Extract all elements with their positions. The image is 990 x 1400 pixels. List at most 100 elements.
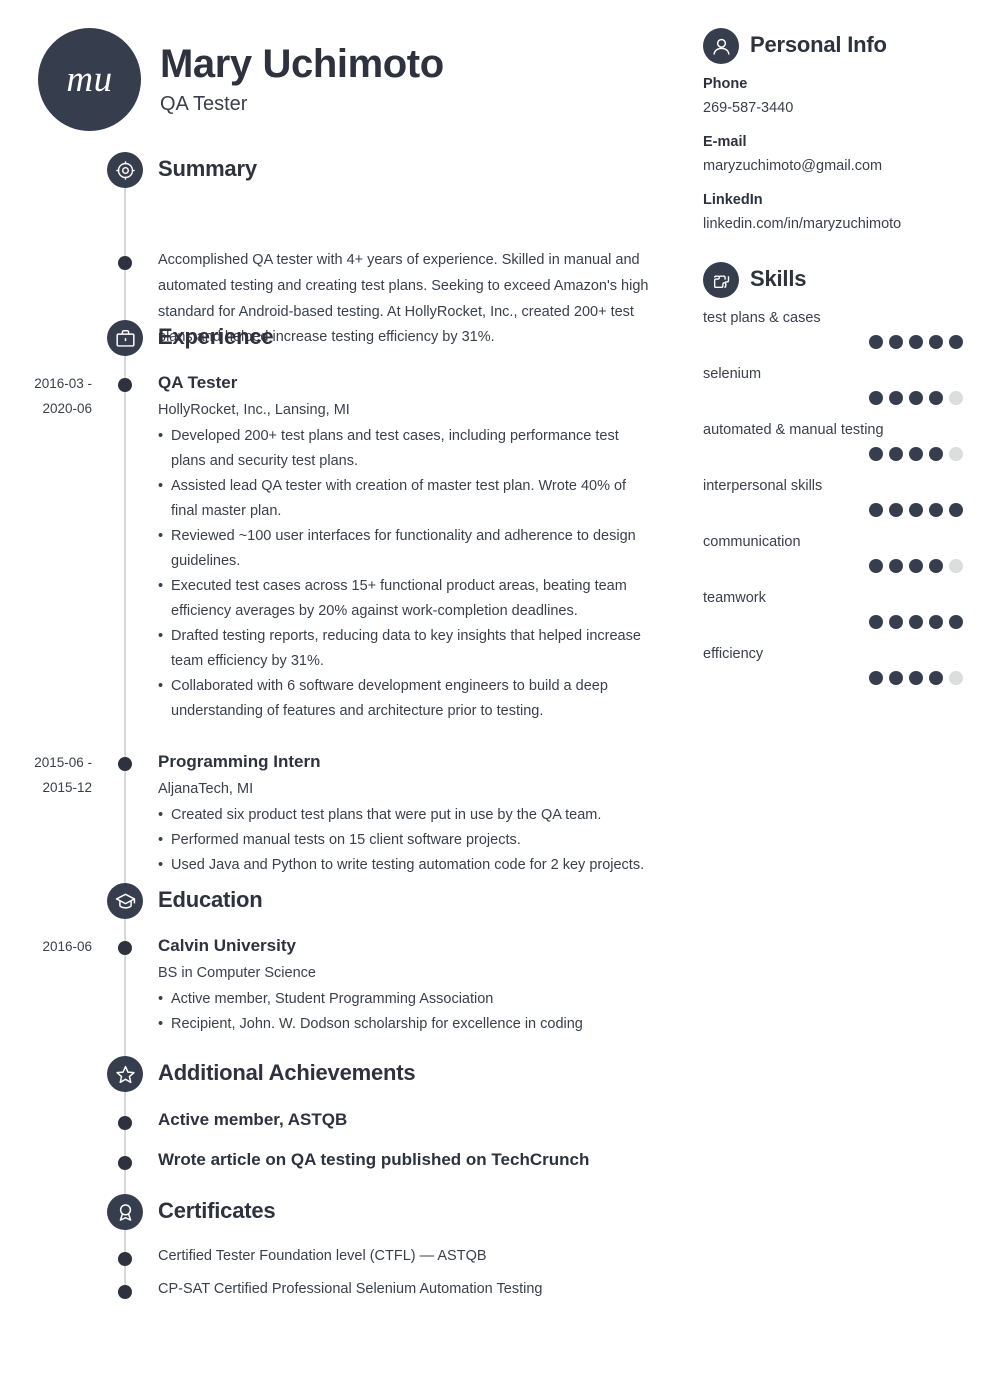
experience-title: Experience — [158, 324, 274, 349]
list-item: Recipient, John. W. Dodson scholarship f… — [158, 1012, 656, 1037]
contact-phone: Phone 269-587-3440 — [703, 76, 990, 116]
personal-info-title: Personal Info — [750, 32, 887, 57]
achievements-title: Additional Achievements — [158, 1060, 416, 1085]
contact-value[interactable]: linkedin.com/in/maryzuchimoto — [703, 216, 990, 232]
skill-dot-filled — [889, 447, 903, 461]
skill-rating — [703, 335, 990, 349]
certificate-text: Certified Tester Foundation level (CTFL)… — [158, 1248, 487, 1264]
section-achievements: Additional Achievements Active member, A… — [0, 1056, 690, 1190]
skill-rating — [703, 447, 990, 461]
section-certificates: Certificates Certified Tester Foundation… — [0, 1194, 690, 1314]
contact-value: 269-587-3440 — [703, 100, 794, 116]
contact-label: LinkedIn — [703, 192, 763, 208]
skill-dot-filled — [929, 447, 943, 461]
experience-body: QA Tester HollyRocket, Inc., Lansing, MI… — [158, 372, 690, 724]
timeline-dot — [118, 1252, 132, 1266]
certificate-text: CP-SAT Certified Professional Selenium A… — [158, 1281, 543, 1297]
avatar: mu — [38, 28, 141, 131]
skill-dot-filled — [889, 391, 903, 405]
star-icon — [107, 1056, 143, 1092]
skill-name: interpersonal skills — [703, 478, 823, 494]
skill-rating — [703, 671, 990, 685]
graduation-cap-icon — [107, 883, 143, 919]
skill-dot-filled — [889, 671, 903, 685]
skill-rating — [703, 559, 990, 573]
skill-dot-filled — [909, 335, 923, 349]
person-icon — [703, 28, 739, 64]
skill-dot-filled — [869, 335, 883, 349]
section-education: Education 2016-06 Calvin University BS i… — [0, 883, 690, 1037]
skill-dot-empty — [949, 671, 963, 685]
contact-value[interactable]: maryzuchimoto@gmail.com — [703, 158, 990, 174]
skill-dot-filled — [889, 559, 903, 573]
education-header: Education — [0, 883, 690, 923]
list-item: Drafted testing reports, reducing data t… — [158, 624, 656, 674]
skill-dot-filled — [869, 503, 883, 517]
timeline-dot — [118, 256, 132, 270]
skill-dot-filled — [869, 615, 883, 629]
skills-title: Skills — [750, 266, 807, 291]
skill-item: communication — [703, 534, 990, 573]
experience-bullets: Developed 200+ test plans and test cases… — [158, 424, 656, 723]
experience-role: QA Tester — [158, 373, 238, 392]
skill-dot-filled — [869, 671, 883, 685]
education-entry: 2016-06 Calvin University BS in Computer… — [0, 935, 690, 1037]
list-item: Developed 200+ test plans and test cases… — [158, 424, 656, 474]
contact-label: E-mail — [703, 134, 747, 150]
certificate-item: CP-SAT Certified Professional Selenium A… — [0, 1281, 690, 1314]
education-title: Education — [158, 887, 263, 912]
skill-name: communication — [703, 534, 801, 550]
target-icon — [107, 152, 143, 188]
briefcase-icon — [107, 320, 143, 356]
experience-entry: 2016-03 - 2020-06 QA Tester HollyRocket,… — [0, 372, 690, 724]
resume-page: mu Mary Uchimoto QA Tester Summary Accom… — [0, 0, 990, 1400]
skill-dot-filled — [909, 447, 923, 461]
contact-label: Phone — [703, 76, 748, 92]
achievement-item: Active member, ASTQB — [0, 1110, 690, 1150]
summary-title: Summary — [158, 156, 257, 181]
certificate-item: Certified Tester Foundation level (CTFL)… — [0, 1248, 690, 1281]
skill-dot-filled — [889, 615, 903, 629]
section-personal-info: Personal Info Phone 269-587-3440 E-mail … — [690, 28, 990, 250]
summary-header: Summary — [0, 152, 690, 192]
list-item: Created six product test plans that were… — [158, 803, 656, 828]
list-item: Active member, Student Programming Assoc… — [158, 987, 656, 1012]
education-body: Calvin University BS in Computer Science… — [158, 935, 690, 1037]
skill-dot-filled — [949, 335, 963, 349]
skills-header: Skills — [690, 262, 990, 300]
skill-rating — [703, 503, 990, 517]
certificates-header: Certificates — [0, 1194, 690, 1234]
education-degree: BS in Computer Science — [158, 965, 316, 982]
skill-dot-filled — [929, 391, 943, 405]
skill-dot-filled — [949, 615, 963, 629]
achievements-header: Additional Achievements — [0, 1056, 690, 1096]
skill-dot-filled — [869, 391, 883, 405]
experience-org: HollyRocket, Inc., Lansing, MI — [158, 402, 350, 419]
skill-name: test plans & cases — [703, 310, 821, 326]
skill-name: teamwork — [703, 590, 766, 606]
skill-dot-filled — [929, 559, 943, 573]
experience-date: 2015-06 - 2015-12 — [0, 750, 92, 800]
achievement-text: Active member, ASTQB — [158, 1110, 348, 1129]
experience-role: Programming Intern — [158, 751, 321, 771]
main-column: mu Mary Uchimoto QA Tester Summary Accom… — [0, 0, 690, 1400]
achievement-item: Wrote article on QA testing published on… — [0, 1150, 690, 1190]
experience-body: Programming Intern AljanaTech, MI Create… — [158, 751, 690, 878]
date-line: 2020-06 — [42, 401, 92, 416]
experience-entry: 2015-06 - 2015-12 Programming Intern Alj… — [0, 751, 690, 878]
puzzle-icon — [703, 262, 739, 298]
page-title: Mary Uchimoto — [160, 42, 444, 86]
skill-dot-filled — [929, 671, 943, 685]
list-item: Assisted lead QA tester with creation of… — [158, 474, 656, 524]
skill-dot-filled — [869, 559, 883, 573]
section-experience: Experience 2016-03 - 2020-06 QA Tester H… — [0, 320, 690, 878]
education-bullets: Active member, Student Programming Assoc… — [158, 987, 656, 1037]
date-line: 2015-12 — [42, 779, 92, 795]
skill-name: selenium — [703, 366, 762, 382]
certificates-title: Certificates — [158, 1198, 276, 1223]
skill-dot-filled — [929, 335, 943, 349]
skill-dot-empty — [949, 391, 963, 405]
education-school: Calvin University — [158, 936, 296, 955]
skill-item: selenium — [703, 366, 990, 405]
resume-header: mu Mary Uchimoto QA Tester — [38, 28, 444, 131]
